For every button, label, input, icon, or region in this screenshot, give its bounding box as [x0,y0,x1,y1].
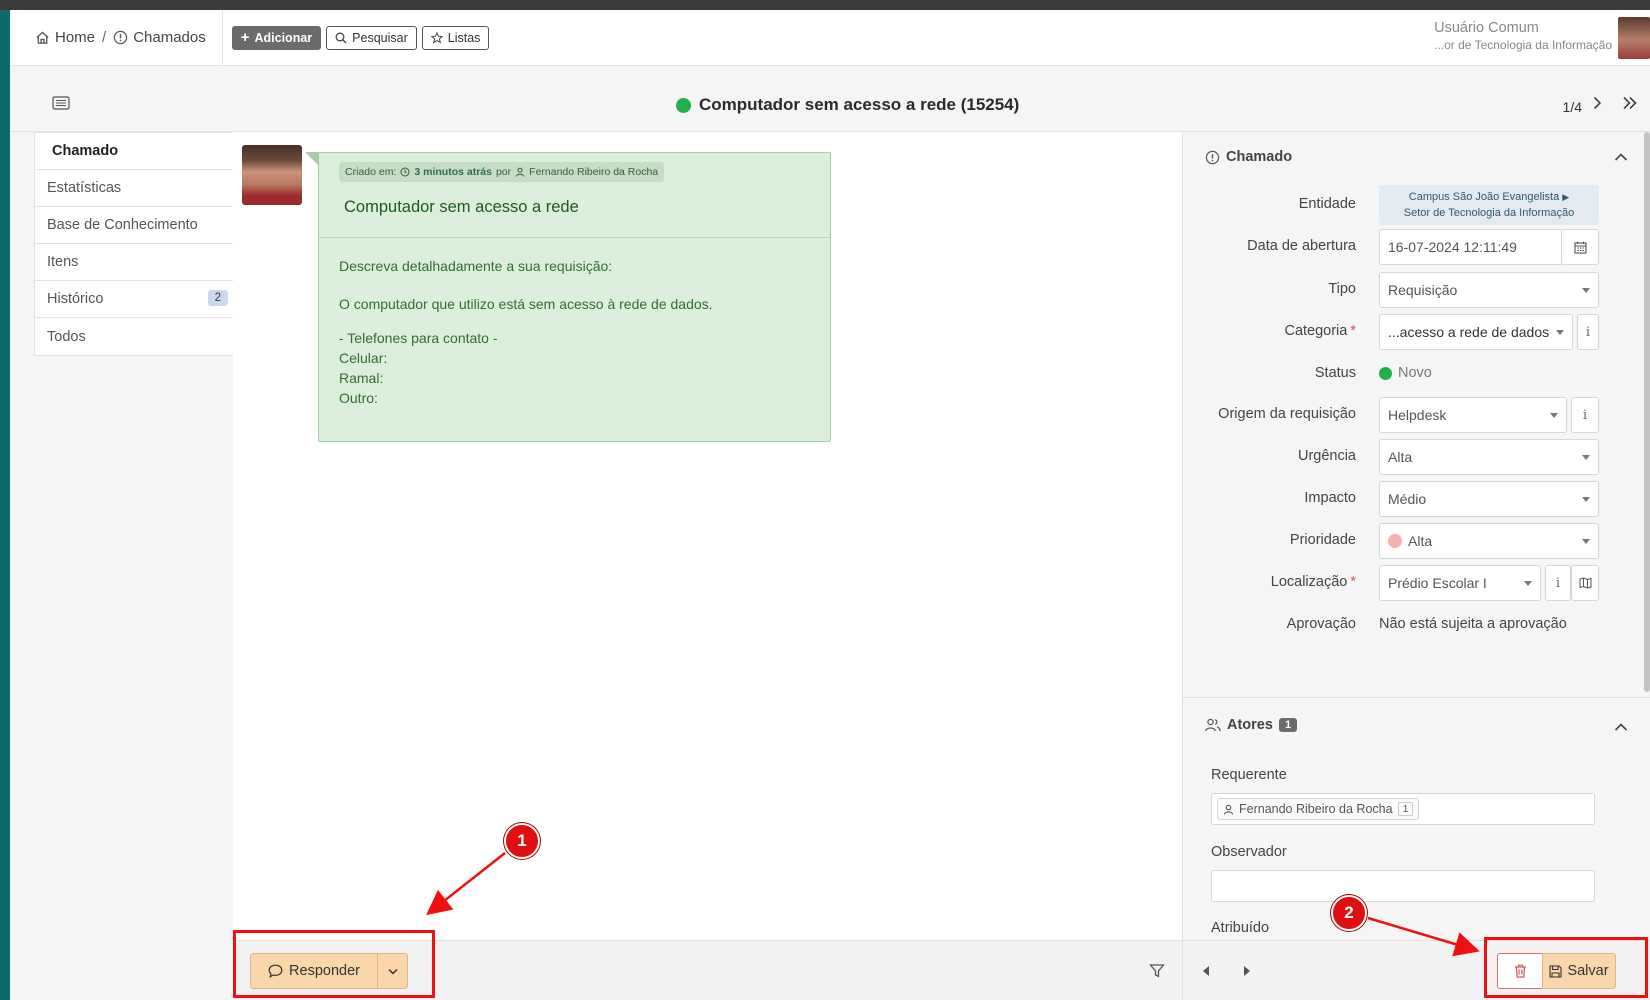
annotation-arrows [426,852,1480,957]
annotation-marker-2: 2 [1331,895,1367,931]
annotation-marker-1: 1 [504,823,540,859]
